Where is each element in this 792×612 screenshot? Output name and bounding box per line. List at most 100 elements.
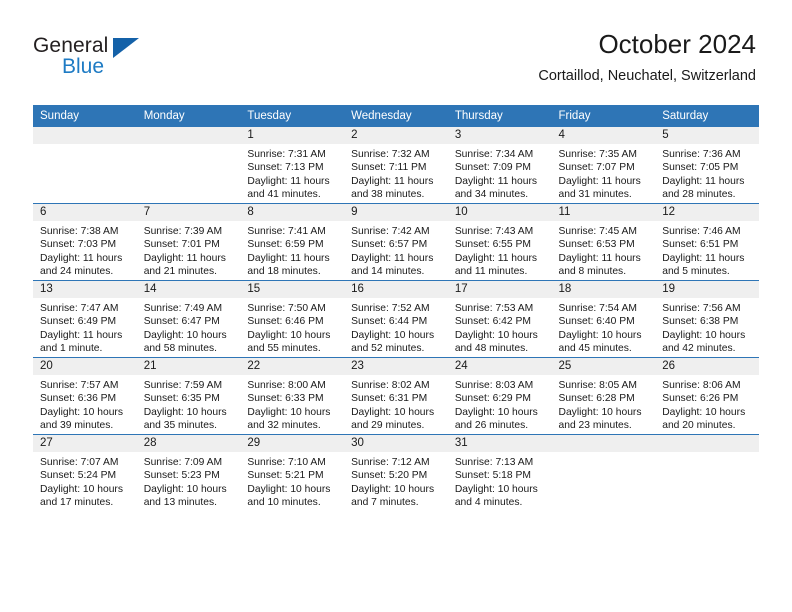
- calendar-day-cell[interactable]: 27 Sunrise: 7:07 AM Sunset: 5:24 PM Dayligh…: [33, 434, 137, 511]
- sunset-text: Sunset: 6:33 PM: [247, 393, 324, 405]
- sunset-text: Sunset: 6:44 PM: [351, 316, 428, 328]
- calendar-day-cell[interactable]: 7 Sunrise: 7:39 AM Sunset: 7:01 PM Daylight…: [136, 203, 241, 281]
- calendar-day-cell[interactable]: 8 Sunrise: 7:41 AM Sunset: 6:59 PM Daylight…: [240, 203, 345, 281]
- page-header: General Blue October 2024 Cortaillod, Ne…: [0, 0, 792, 100]
- sunrise-text: Sunrise: 7:09 AM: [143, 457, 223, 468]
- day-details: Sunrise: 7:41 AM Sunset: 6:59 PM Daylight:…: [240, 221, 344, 279]
- calendar-day-cell[interactable]: 19 Sunrise: 7:56 AM Sunset: 6:38 PM Dayligh…: [655, 280, 759, 358]
- sunset-text: Sunset: 5:20 PM: [351, 470, 428, 482]
- daylight-text-line1: Daylight: 10 hours: [662, 406, 746, 418]
- sunrise-text: Sunrise: 7:46 AM: [662, 226, 741, 237]
- sunrise-text: Sunrise: 7:47 AM: [40, 303, 119, 314]
- sunset-text: Sunset: 6:57 PM: [351, 239, 428, 251]
- daylight-text-line1: Daylight: 11 hours: [454, 252, 538, 264]
- daylight-text-line1: Daylight: 10 hours: [351, 406, 435, 418]
- daylight-text-line1: Daylight: 10 hours: [662, 329, 746, 341]
- calendar-day-cell[interactable]: 5 Sunrise: 7:36 AM Sunset: 7:05 PM Daylight…: [655, 127, 759, 204]
- sunrise-text: Sunrise: 7:39 AM: [143, 226, 223, 237]
- day-details: Sunrise: 7:12 AM Sunset: 5:20 PM Daylight:…: [344, 452, 448, 510]
- day-number: [551, 435, 656, 452]
- sunset-text: Sunset: 7:11 PM: [351, 162, 427, 174]
- daylight-text-line1: Daylight: 11 hours: [662, 252, 745, 264]
- daylight-text-line2: and 34 minutes.: [454, 189, 529, 201]
- day-number: 15: [240, 281, 345, 298]
- calendar-day-cell[interactable]: 25 Sunrise: 8:05 AM Sunset: 6:28 PM Dayligh…: [551, 357, 656, 435]
- day-number: [136, 127, 241, 144]
- daylight-text-line1: Daylight: 10 hours: [143, 483, 227, 495]
- calendar-day-cell[interactable]: 31 Sunrise: 7:13 AM Sunset: 5:18 PM Dayligh…: [447, 434, 552, 511]
- day-number: 10: [447, 204, 552, 221]
- daylight-text-line2: and 7 minutes.: [351, 497, 419, 509]
- calendar-day-cell[interactable]: 6 Sunrise: 7:38 AM Sunset: 7:03 PM Daylight…: [33, 203, 137, 281]
- logo-triangle-icon: [113, 38, 139, 58]
- calendar-week-row: 27 Sunrise: 7:07 AM Sunset: 5:24 PM Dayligh…: [33, 434, 759, 511]
- calendar-day-cell[interactable]: 17 Sunrise: 7:53 AM Sunset: 6:42 PM Dayligh…: [447, 280, 552, 358]
- calendar-day-cell[interactable]: 26 Sunrise: 8:06 AM Sunset: 6:26 PM Dayligh…: [655, 357, 759, 435]
- sunset-text: Sunset: 7:05 PM: [662, 162, 739, 174]
- calendar-day-cell[interactable]: 28 Sunrise: 7:09 AM Sunset: 5:23 PM Dayligh…: [136, 434, 241, 511]
- daylight-text-line1: Daylight: 10 hours: [454, 483, 538, 495]
- day-details: Sunrise: 7:39 AM Sunset: 7:01 PM Daylight:…: [137, 221, 241, 279]
- sunrise-text: Sunrise: 7:31 AM: [247, 149, 326, 160]
- calendar-day-cell[interactable]: 22 Sunrise: 8:00 AM Sunset: 6:33 PM Dayligh…: [240, 357, 345, 435]
- sunset-text: Sunset: 5:23 PM: [143, 470, 220, 482]
- calendar-day-cell[interactable]: 9 Sunrise: 7:42 AM Sunset: 6:57 PM Daylight…: [344, 203, 448, 281]
- sunrise-text: Sunrise: 7:56 AM: [662, 303, 741, 314]
- daylight-text-line2: and 29 minutes.: [351, 420, 425, 432]
- day-details: Sunrise: 8:02 AM Sunset: 6:31 PM Daylight:…: [344, 375, 448, 433]
- sunset-text: Sunset: 7:13 PM: [247, 162, 324, 174]
- sunrise-text: Sunrise: 8:06 AM: [662, 380, 741, 391]
- calendar-day-cell[interactable]: 20 Sunrise: 7:57 AM Sunset: 6:36 PM Dayligh…: [33, 357, 137, 435]
- sunset-text: Sunset: 6:55 PM: [454, 239, 531, 251]
- sunset-text: Sunset: 7:07 PM: [558, 162, 635, 174]
- sunset-text: Sunset: 7:01 PM: [143, 239, 220, 251]
- sunset-text: Sunset: 6:42 PM: [454, 316, 531, 328]
- sunrise-text: Sunrise: 8:02 AM: [351, 380, 430, 391]
- calendar-day-cell[interactable]: 13 Sunrise: 7:47 AM Sunset: 6:49 PM Dayligh…: [33, 280, 137, 358]
- sunrise-text: Sunrise: 7:36 AM: [662, 149, 741, 160]
- day-details: Sunrise: 7:32 AM Sunset: 7:11 PM Daylight:…: [344, 144, 448, 202]
- daylight-text-line1: Daylight: 11 hours: [558, 175, 641, 187]
- sunset-text: Sunset: 6:53 PM: [558, 239, 635, 251]
- sunrise-text: Sunrise: 7:52 AM: [351, 303, 430, 314]
- calendar-day-cell[interactable]: 23 Sunrise: 8:02 AM Sunset: 6:31 PM Dayligh…: [344, 357, 448, 435]
- daylight-text-line2: and 5 minutes.: [662, 266, 730, 278]
- day-details: Sunrise: 7:42 AM Sunset: 6:57 PM Daylight:…: [344, 221, 448, 279]
- calendar-day-cell[interactable]: 12 Sunrise: 7:46 AM Sunset: 6:51 PM Dayligh…: [655, 203, 759, 281]
- calendar-day-cell[interactable]: 10 Sunrise: 7:43 AM Sunset: 6:55 PM Dayligh…: [447, 203, 552, 281]
- calendar-day-cell[interactable]: 11 Sunrise: 7:45 AM Sunset: 6:53 PM Dayligh…: [551, 203, 656, 281]
- daylight-text-line1: Daylight: 10 hours: [143, 406, 227, 418]
- calendar-day-cell[interactable]: 4 Sunrise: 7:35 AM Sunset: 7:07 PM Daylight…: [551, 127, 656, 204]
- weekday-header-thursday: Thursday: [447, 105, 552, 127]
- daylight-text-line1: Daylight: 10 hours: [143, 329, 227, 341]
- calendar-day-cell[interactable]: 3 Sunrise: 7:34 AM Sunset: 7:09 PM Daylight…: [447, 127, 552, 204]
- daylight-text-line1: Daylight: 11 hours: [454, 175, 538, 187]
- calendar-day-cell[interactable]: 29 Sunrise: 7:10 AM Sunset: 5:21 PM Dayligh…: [240, 434, 345, 511]
- daylight-text-line2: and 14 minutes.: [351, 266, 425, 278]
- calendar-day-cell[interactable]: 24 Sunrise: 8:03 AM Sunset: 6:29 PM Dayligh…: [447, 357, 552, 435]
- daylight-text-line1: Daylight: 11 hours: [40, 252, 123, 264]
- calendar-day-cell[interactable]: 30 Sunrise: 7:12 AM Sunset: 5:20 PM Dayligh…: [344, 434, 448, 511]
- calendar-day-cell[interactable]: 2 Sunrise: 7:32 AM Sunset: 7:11 PM Daylight…: [344, 127, 448, 204]
- day-details: Sunrise: 7:53 AM Sunset: 6:42 PM Daylight:…: [448, 298, 552, 356]
- calendar-day-cell[interactable]: 14 Sunrise: 7:49 AM Sunset: 6:47 PM Dayligh…: [136, 280, 241, 358]
- daylight-text-line2: and 39 minutes.: [40, 420, 114, 432]
- day-details: Sunrise: 7:35 AM Sunset: 7:07 PM Daylight:…: [552, 144, 656, 202]
- calendar-day-cell[interactable]: 16 Sunrise: 7:52 AM Sunset: 6:44 PM Dayligh…: [344, 280, 448, 358]
- day-details: Sunrise: 7:47 AM Sunset: 6:49 PM Daylight:…: [33, 298, 137, 356]
- calendar-day-cell[interactable]: 18 Sunrise: 7:54 AM Sunset: 6:40 PM Dayligh…: [551, 280, 656, 358]
- daylight-text-line2: and 32 minutes.: [247, 420, 321, 432]
- daylight-text-line2: and 17 minutes.: [40, 497, 114, 509]
- calendar-day-cell-empty: [551, 434, 656, 511]
- day-details: Sunrise: 7:36 AM Sunset: 7:05 PM Daylight:…: [655, 144, 759, 202]
- weekday-header-saturday: Saturday: [655, 105, 759, 127]
- calendar-day-cell[interactable]: 21 Sunrise: 7:59 AM Sunset: 6:35 PM Dayligh…: [136, 357, 241, 435]
- calendar-day-cell[interactable]: 15 Sunrise: 7:50 AM Sunset: 6:46 PM Dayligh…: [240, 280, 345, 358]
- generalblue-logo[interactable]: General Blue: [33, 34, 213, 86]
- sunrise-text: Sunrise: 7:57 AM: [40, 380, 119, 391]
- sunset-text: Sunset: 6:36 PM: [40, 393, 117, 405]
- sunrise-text: Sunrise: 7:59 AM: [143, 380, 223, 391]
- logo-text-blue: Blue: [62, 55, 105, 78]
- calendar-day-cell[interactable]: 1 Sunrise: 7:31 AM Sunset: 7:13 PM Daylight…: [240, 127, 345, 204]
- sunset-text: Sunset: 6:49 PM: [40, 316, 117, 328]
